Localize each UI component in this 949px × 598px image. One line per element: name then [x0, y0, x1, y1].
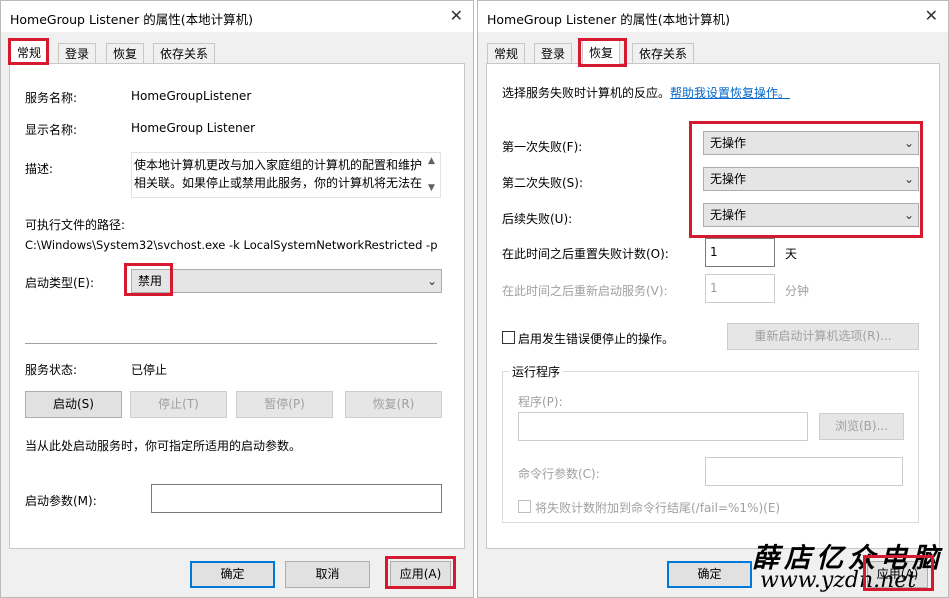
start-params-label: 启动参数(M): [25, 494, 97, 508]
exe-path-value: C:\Windows\System32\svchost.exe -k Local… [25, 238, 438, 252]
reset-fail-count-label: 在此时间之后重置失败计数(O): [502, 247, 669, 261]
description-line-1: 使本地计算机更改与加入家庭组的计算机的配置和维护 [134, 158, 423, 172]
left-separator [25, 343, 437, 344]
run-program-group-title: 运行程序 [509, 363, 564, 380]
right-tab-general[interactable]: 常规 [487, 43, 526, 64]
restart-service-label: 在此时间之后重新启动服务(V): [502, 284, 668, 298]
subsequent-failures-value: 无操作 [710, 208, 747, 222]
left-tab-dependencies[interactable]: 依存关系 [153, 43, 216, 64]
pause-service-button[interactable]: 暂停(P) [236, 391, 333, 418]
enable-actions-checkbox[interactable] [502, 331, 515, 344]
description-line-2: 相关联。如果停止或禁用此服务，你的计算机将无法在 [134, 176, 423, 190]
first-failure-value: 无操作 [710, 136, 747, 150]
left-tab-general[interactable]: 常规 [10, 40, 49, 65]
reset-fail-count-input[interactable]: 1 [705, 238, 775, 267]
left-title-bar[interactable]: HomeGroup Listener 的属性(本地计算机) ✕ [1, 1, 473, 32]
restart-service-unit: 分钟 [785, 284, 810, 298]
left-apply-button[interactable]: 应用(A) [390, 561, 451, 588]
right-window-title: HomeGroup Listener 的属性(本地计算机) [487, 12, 730, 27]
resume-service-button[interactable]: 恢复(R) [345, 391, 442, 418]
exe-path-label: 可执行文件的路径: [25, 218, 126, 232]
cmd-params-input[interactable] [705, 457, 903, 486]
program-input[interactable] [518, 412, 808, 441]
display-name-value: HomeGroup Listener [131, 121, 256, 135]
second-failure-value: 无操作 [710, 172, 747, 186]
append-fail-count-checkbox[interactable] [518, 500, 531, 513]
right-title-bar[interactable]: HomeGroup Listener 的属性(本地计算机) ✕ [478, 1, 948, 32]
subsequent-failures-chevron-down-icon: ⌄ [903, 208, 914, 222]
start-params-input[interactable] [151, 484, 442, 513]
second-failure-dropdown[interactable]: 无操作 ⌄ [703, 167, 919, 191]
right-recovery-panel: 选择服务失败时计算机的反应。 帮助我设置恢复操作。 第一次失败(F): 无操作 … [486, 63, 940, 549]
right-tab-logon[interactable]: 登录 [534, 43, 573, 64]
description-box[interactable]: 使本地计算机更改与加入家庭组的计算机的配置和维护 相关联。如果停止或禁用此服务，… [131, 152, 441, 198]
service-status-value: 已停止 [131, 363, 168, 377]
left-tab-recovery[interactable]: 恢复 [106, 43, 145, 64]
left-window-title: HomeGroup Listener 的属性(本地计算机) [10, 12, 253, 27]
description-scroll-down-icon[interactable]: ▼ [423, 180, 440, 197]
right-properties-dialog: HomeGroup Listener 的属性(本地计算机) ✕ 常规 登录 恢复… [477, 0, 949, 598]
description-label: 描述: [25, 162, 54, 176]
cmd-params-label: 命令行参数(C): [518, 467, 600, 481]
service-status-label: 服务状态: [25, 363, 78, 377]
right-tab-dependencies[interactable]: 依存关系 [632, 43, 695, 64]
second-failure-chevron-down-icon: ⌄ [903, 172, 914, 186]
first-failure-dropdown[interactable]: 无操作 ⌄ [703, 131, 919, 155]
startup-chevron-down-icon: ⌄ [426, 274, 437, 288]
left-properties-dialog: HomeGroup Listener 的属性(本地计算机) ✕ 常规 登录 恢复… [0, 0, 474, 598]
left-cancel-button[interactable]: 取消 [285, 561, 370, 588]
reset-fail-count-unit: 天 [785, 247, 798, 261]
left-general-panel: 服务名称: HomeGroupListener 显示名称: HomeGroup … [9, 63, 465, 549]
right-tab-recovery[interactable]: 恢复 [582, 40, 621, 65]
watermark-url-text: www.yzdn.net [760, 568, 917, 593]
left-ok-button[interactable]: 确定 [190, 561, 275, 588]
startup-type-value: 禁用 [138, 274, 163, 288]
recovery-help-link[interactable]: 帮助我设置恢复操作。 [670, 84, 790, 101]
program-label: 程序(P): [518, 395, 563, 409]
right-close-icon[interactable]: ✕ [925, 6, 938, 26]
start-service-button[interactable]: 启动(S) [25, 391, 122, 418]
display-name-label: 显示名称: [25, 123, 78, 137]
second-failure-label: 第二次失败(S): [502, 176, 584, 190]
browse-button[interactable]: 浏览(B)... [819, 413, 904, 440]
left-close-icon[interactable]: ✕ [450, 6, 463, 26]
start-params-hint: 当从此处启动服务时，你可指定所适用的启动参数。 [25, 439, 302, 453]
right-ok-button[interactable]: 确定 [667, 561, 752, 588]
service-name-value: HomeGroupListener [131, 89, 252, 103]
restart-options-button[interactable]: 重新启动计算机选项(R)... [727, 323, 919, 350]
startup-type-label: 启动类型(E): [25, 276, 94, 290]
restart-service-input[interactable]: 1 [705, 274, 775, 303]
enable-actions-label: 启用发生错误便停止的操作。 [518, 332, 675, 346]
left-tab-logon[interactable]: 登录 [58, 43, 97, 64]
stop-service-button[interactable]: 停止(T) [130, 391, 227, 418]
recovery-intro-text: 选择服务失败时计算机的反应。 [502, 86, 671, 100]
left-tab-bar: 常规 登录 恢复 依存关系 [1, 32, 473, 65]
startup-type-dropdown[interactable]: 禁用 ⌄ [131, 269, 442, 293]
first-failure-chevron-down-icon: ⌄ [903, 136, 914, 150]
description-scroll-up-icon[interactable]: ▲ [423, 153, 440, 170]
right-tab-bar: 常规 登录 恢复 依存关系 [478, 32, 948, 65]
subsequent-failures-dropdown[interactable]: 无操作 ⌄ [703, 203, 919, 227]
subsequent-failures-label: 后续失败(U): [502, 212, 573, 226]
service-name-label: 服务名称: [25, 91, 78, 105]
first-failure-label: 第一次失败(F): [502, 140, 583, 154]
append-fail-count-label: 将失败计数附加到命令行结尾(/fail=%1%)(E) [535, 501, 781, 515]
